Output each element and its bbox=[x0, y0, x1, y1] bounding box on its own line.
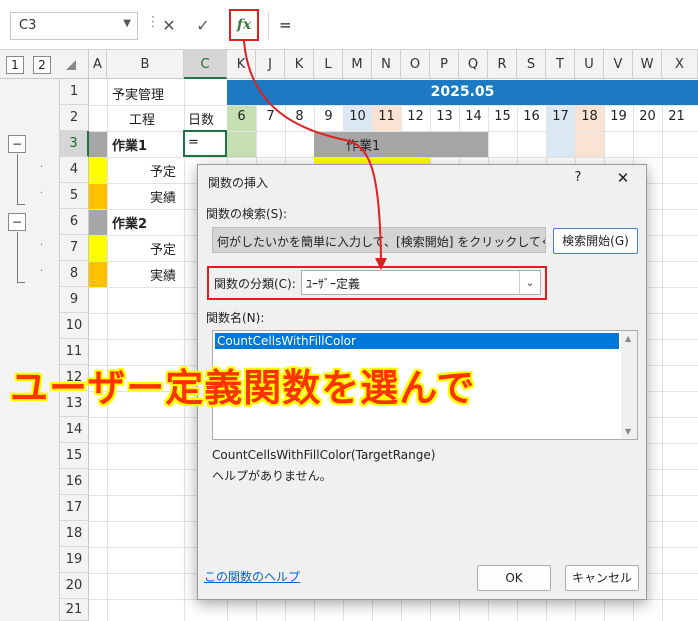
callout-text: ユーザー定義関数を選んで bbox=[10, 366, 476, 410]
annotation-arrow bbox=[243, 40, 387, 270]
